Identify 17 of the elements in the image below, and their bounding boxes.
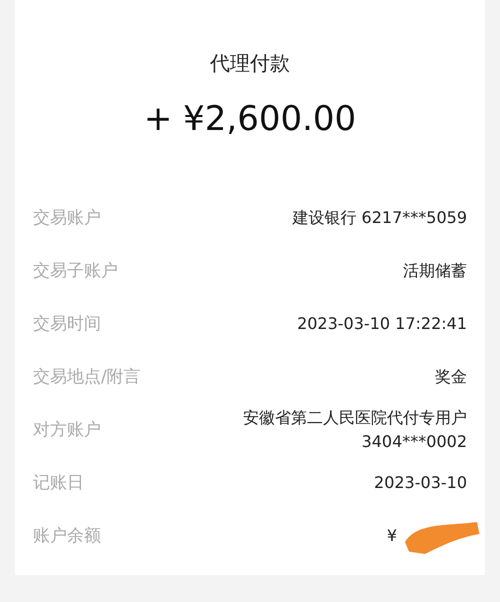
- field-label: 交易账户: [33, 207, 101, 229]
- field-value: 3404***0002: [362, 430, 467, 452]
- field-value: 2023-03-10 17:22:41: [297, 312, 467, 334]
- field-value: 2023-03-10: [374, 472, 467, 494]
- field-label: 交易时间: [33, 313, 101, 335]
- field-label: 记账日: [33, 472, 84, 494]
- field-value: 活期储蓄: [403, 260, 467, 282]
- field-label: 交易地点/附言: [33, 366, 141, 388]
- field-label: 对方账户: [33, 419, 101, 441]
- field-value: 建设银行 6217***5059: [292, 206, 467, 228]
- transaction-type: 代理付款: [209, 50, 291, 77]
- field-label: 账户余额: [33, 525, 101, 547]
- field-value: ¥: [386, 524, 397, 546]
- field-value: 安徽省第二人民医院代付专用户: [243, 406, 467, 428]
- field-value: 奖金: [435, 366, 467, 388]
- amount: + ¥2,600.00: [142, 99, 358, 139]
- field-label: 交易子账户: [33, 260, 118, 282]
